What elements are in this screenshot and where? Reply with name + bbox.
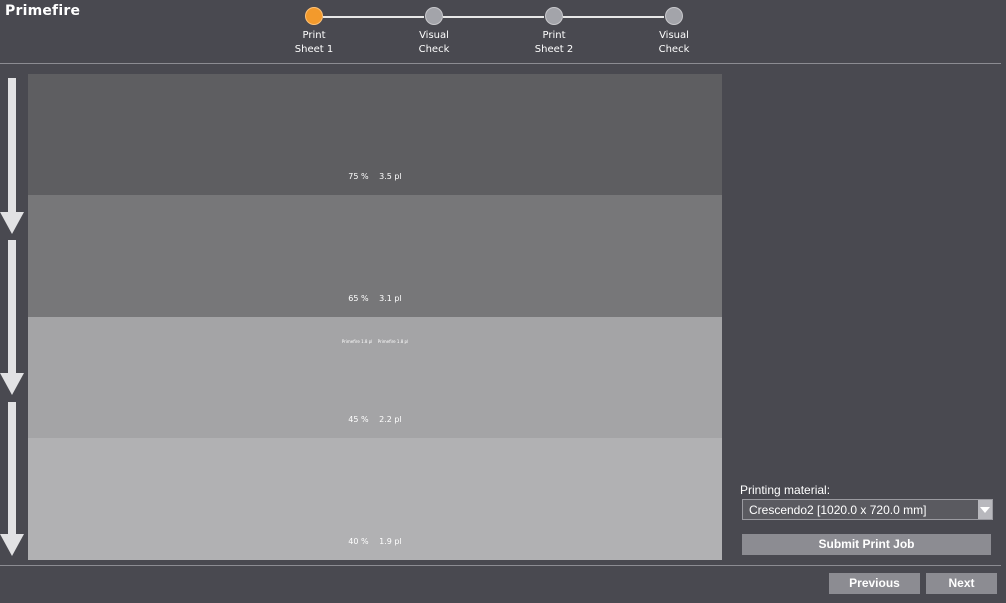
step-dot-active	[305, 7, 323, 25]
band-drop-size: 3.1 pl	[379, 294, 402, 303]
band-percent: 65 %	[348, 294, 369, 303]
band-drop-size: 1.9 pl	[379, 537, 402, 546]
band-label: 40 % 1.9 pl	[28, 537, 722, 546]
progress-stepper: Print Sheet 1 Visual Check Print Sheet 2…	[0, 0, 1006, 62]
feed-direction-arrow-icon	[0, 240, 24, 395]
next-button[interactable]: Next	[926, 573, 997, 594]
band-percent: 40 %	[348, 537, 369, 546]
preview-band-2: 65 % 3.1 pl	[28, 195, 722, 317]
step-label: Visual Check	[418, 30, 450, 55]
preview-band-1: 75 % 3.5 pl	[28, 74, 722, 195]
printing-material-label: Printing material:	[740, 483, 831, 497]
step-label: Visual Check	[658, 30, 690, 55]
print-preview: 75 % 3.5 pl 65 % 3.1 pl Primefire 1.8 pl…	[28, 74, 722, 560]
printing-material-select[interactable]: Crescendo2 [1020.0 x 720.0 mm]	[742, 499, 993, 520]
footer-divider	[0, 565, 1001, 566]
submit-print-job-button[interactable]: Submit Print Job	[742, 534, 991, 555]
previous-button[interactable]: Previous	[829, 573, 920, 594]
feed-direction-arrow-icon	[0, 78, 24, 234]
step-label: Print Sheet 2	[534, 30, 574, 55]
band-drop-size: 3.5 pl	[379, 172, 402, 181]
band-label: 65 % 3.1 pl	[28, 294, 722, 303]
band-percent: 75 %	[348, 172, 369, 181]
band-tiny-label: Primefire 1.8 pl Primefire 1.8 pl	[28, 340, 722, 344]
step-dot	[665, 7, 683, 25]
band-percent: 45 %	[348, 415, 369, 424]
printing-material-value: Crescendo2 [1020.0 x 720.0 mm]	[749, 503, 927, 517]
dropdown-button[interactable]	[978, 500, 992, 519]
step-print-sheet-2[interactable]: Print Sheet 2	[514, 7, 594, 57]
header-divider	[0, 63, 1001, 64]
step-label: Print Sheet 1	[294, 30, 334, 55]
step-dot	[425, 7, 443, 25]
chevron-down-icon	[980, 506, 990, 513]
preview-band-3: Primefire 1.8 pl Primefire 1.8 pl 45 % 2…	[28, 317, 722, 438]
step-dot	[545, 7, 563, 25]
step-visual-check-2[interactable]: Visual Check	[634, 7, 714, 57]
step-visual-check-1[interactable]: Visual Check	[394, 7, 474, 57]
band-label: 75 % 3.5 pl	[28, 172, 722, 181]
band-drop-size: 2.2 pl	[379, 415, 402, 424]
band-label: 45 % 2.2 pl	[28, 415, 722, 424]
feed-direction-arrow-icon	[0, 402, 24, 556]
preview-band-4: 40 % 1.9 pl	[28, 438, 722, 560]
tiny-text: Primefire 1.8 pl	[341, 339, 373, 344]
tiny-text: Primefire 1.8 pl	[377, 339, 409, 344]
step-print-sheet-1[interactable]: Print Sheet 1	[274, 7, 354, 57]
